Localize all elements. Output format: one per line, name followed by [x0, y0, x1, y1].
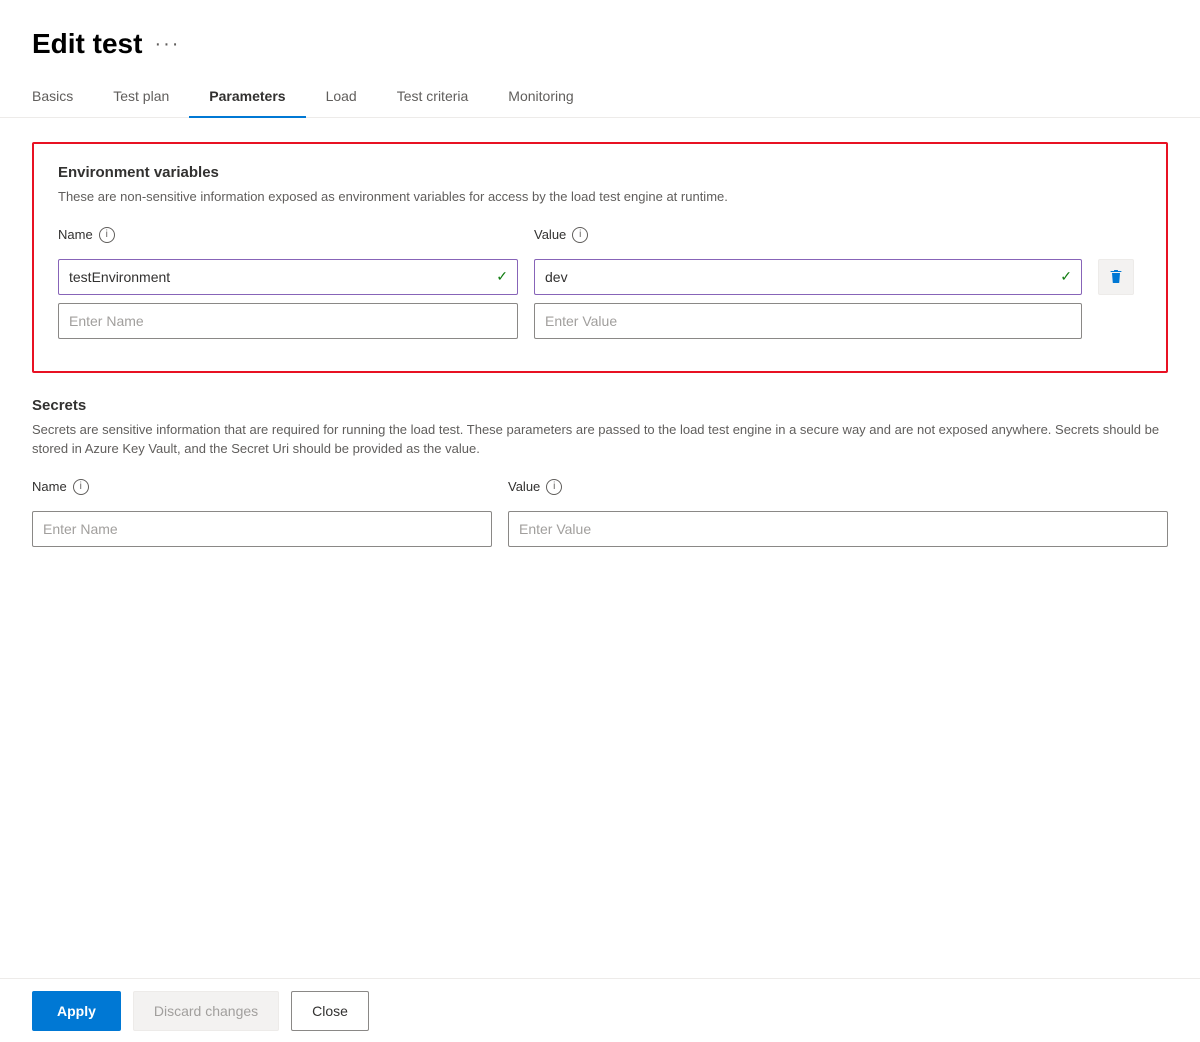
env-empty-name-wrapper — [58, 303, 518, 339]
env-row-0-action-col — [1098, 259, 1142, 295]
env-row-0-name-wrapper: ✓ — [58, 259, 518, 295]
env-row-0-delete-button[interactable] — [1098, 259, 1134, 295]
env-row-0: ✓ ✓ — [58, 259, 1142, 295]
tab-basics[interactable]: Basics — [32, 76, 93, 118]
env-name-label: Name i — [58, 227, 518, 243]
trash-icon — [1108, 269, 1124, 285]
env-section-description: These are non-sensitive information expo… — [58, 187, 1142, 207]
secrets-section: Secrets Secrets are sensitive informatio… — [32, 397, 1168, 547]
secrets-value-header-col: Value i — [508, 479, 1168, 503]
secrets-empty-value-wrapper — [508, 511, 1168, 547]
env-row-0-value-col: ✓ — [534, 259, 1082, 295]
env-name-header-col: Name i — [58, 227, 518, 251]
tab-parameters[interactable]: Parameters — [189, 76, 305, 118]
env-empty-row — [58, 303, 1142, 339]
env-row-0-name-input[interactable] — [58, 259, 518, 295]
env-row-0-value-wrapper: ✓ — [534, 259, 1082, 295]
env-section-title: Environment variables — [58, 164, 1142, 181]
env-value-header-col: Value i — [534, 227, 1082, 251]
secrets-name-info-icon[interactable]: i — [73, 479, 89, 495]
secrets-section-description: Secrets are sensitive information that a… — [32, 420, 1168, 459]
secrets-name-label: Name i — [32, 479, 492, 495]
secrets-empty-row — [32, 511, 1168, 547]
env-empty-value-input[interactable] — [534, 303, 1082, 339]
apply-button[interactable]: Apply — [32, 991, 121, 1031]
secrets-empty-name-wrapper — [32, 511, 492, 547]
env-empty-value-wrapper — [534, 303, 1082, 339]
tab-load[interactable]: Load — [306, 76, 377, 118]
env-row-0-name-col: ✓ — [58, 259, 518, 295]
tab-monitoring[interactable]: Monitoring — [488, 76, 593, 118]
tabs-bar: Basics Test plan Parameters Load Test cr… — [0, 76, 1200, 118]
env-empty-value-col — [534, 303, 1082, 339]
env-value-label: Value i — [534, 227, 1082, 243]
secrets-value-label: Value i — [508, 479, 1168, 495]
secrets-empty-name-input[interactable] — [32, 511, 492, 547]
close-button[interactable]: Close — [291, 991, 369, 1031]
discard-changes-button: Discard changes — [133, 991, 279, 1031]
page-header: Edit test ··· — [0, 0, 1200, 76]
page-title: Edit test — [32, 28, 142, 60]
env-empty-name-input[interactable] — [58, 303, 518, 339]
secrets-value-info-icon[interactable]: i — [546, 479, 562, 495]
env-empty-name-col — [58, 303, 518, 339]
secrets-empty-value-input[interactable] — [508, 511, 1168, 547]
env-variables-section: Environment variables These are non-sens… — [32, 142, 1168, 373]
secrets-empty-value-col — [508, 511, 1168, 547]
tab-test-plan[interactable]: Test plan — [93, 76, 189, 118]
tab-test-criteria[interactable]: Test criteria — [377, 76, 489, 118]
secrets-section-title: Secrets — [32, 397, 1168, 414]
env-field-headers: Name i Value i — [58, 227, 1142, 251]
more-options-button[interactable]: ··· — [154, 33, 180, 56]
env-name-info-icon[interactable]: i — [99, 227, 115, 243]
env-value-info-icon[interactable]: i — [572, 227, 588, 243]
secrets-empty-name-col — [32, 511, 492, 547]
main-content: Environment variables These are non-sens… — [0, 118, 1200, 651]
env-row-0-value-input[interactable] — [534, 259, 1082, 295]
footer: Apply Discard changes Close — [0, 978, 1200, 1042]
secrets-name-header-col: Name i — [32, 479, 492, 503]
secrets-field-headers: Name i Value i — [32, 479, 1168, 503]
